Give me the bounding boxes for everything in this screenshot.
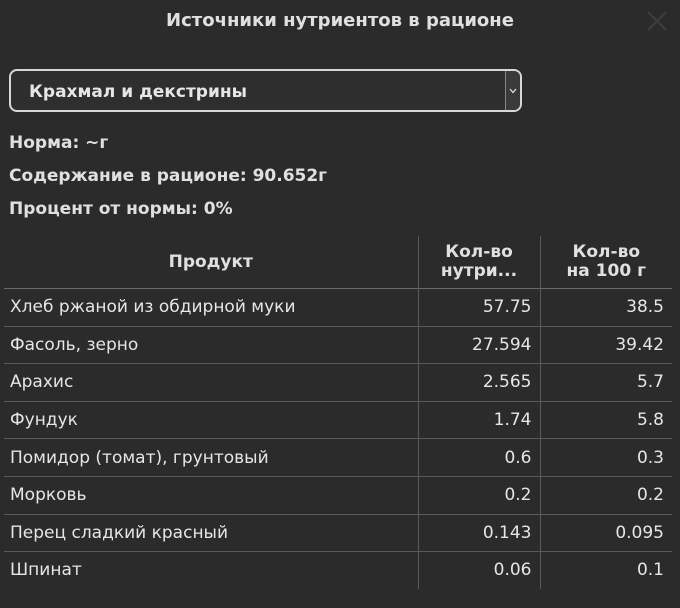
table-header-row: Продукт Кол-во нутри... Кол-во на 100 г: [4, 236, 672, 289]
column-header-product-label: Продукт: [168, 251, 253, 272]
table-row[interactable]: Морковь 0.2 0.2: [4, 475, 672, 515]
column-header-per100[interactable]: Кол-во на 100 г: [539, 236, 672, 289]
product-cell: Фундук: [4, 400, 418, 439]
table-row[interactable]: Помидор (томат), грунтовый 0.6 0.3: [4, 438, 672, 477]
table-row[interactable]: Перец сладкий красный 0.143 0.095: [4, 513, 672, 552]
nutrient-sources-table: Продукт Кол-во нутри... Кол-во на 100 г …: [4, 236, 672, 589]
per100-cell: 0.095: [539, 513, 672, 552]
product-cell: Арахис: [4, 363, 418, 402]
product-cell: Перец сладкий красный: [4, 513, 418, 552]
per100-cell: 5.7: [539, 363, 672, 402]
amount-cell: 27.594: [417, 325, 540, 364]
column-header-product[interactable]: Продукт: [4, 236, 418, 289]
nutrient-select[interactable]: Крахмал и декстрины: [9, 69, 522, 112]
column-header-per100-line2: на 100 г: [566, 261, 646, 281]
column-header-amount[interactable]: Кол-во нутри...: [417, 236, 540, 289]
column-header-amount-line1: Кол-во: [445, 242, 513, 262]
chevron-down-icon: [509, 88, 517, 93]
per100-cell: 0.3: [539, 438, 672, 477]
table-row[interactable]: Арахис 2.565 5.7: [4, 363, 672, 402]
select-arrow-button[interactable]: [505, 71, 520, 110]
product-cell: Шпинат: [4, 551, 418, 589]
per100-cell: 39.42: [539, 325, 672, 364]
column-header-amount-line2: нутри...: [440, 261, 518, 281]
product-cell: Фасоль, зерно: [4, 325, 418, 364]
per100-cell: 0.2: [539, 475, 672, 515]
table-row[interactable]: Хлеб ржаной из обдирной муки 57.75 38.5: [4, 288, 672, 327]
table-row[interactable]: Фундук 1.74 5.8: [4, 400, 672, 439]
norm-label: Норма: ~г: [9, 133, 109, 153]
table-row[interactable]: Шпинат 0.06 0.1: [4, 551, 672, 589]
product-cell: Помидор (томат), грунтовый: [4, 438, 418, 477]
amount-cell: 2.565: [417, 363, 540, 402]
amount-cell: 0.143: [417, 513, 540, 552]
close-icon: [647, 11, 667, 31]
product-cell: Хлеб ржаной из обдирной муки: [4, 288, 418, 327]
amount-cell: 0.2: [417, 475, 540, 515]
table-row[interactable]: Фасоль, зерно 27.594 39.42: [4, 325, 672, 364]
close-button[interactable]: [646, 10, 668, 32]
content-label: Содержание в рационе: 90.652г: [9, 166, 328, 186]
product-cell: Морковь: [4, 475, 418, 515]
amount-cell: 57.75: [417, 288, 540, 327]
column-header-per100-line1: Кол-во: [572, 242, 641, 262]
per100-cell: 5.8: [539, 400, 672, 439]
amount-cell: 0.06: [417, 551, 540, 589]
per100-cell: 38.5: [539, 288, 672, 327]
dialog-title: Источники нутриентов в рационе: [166, 10, 514, 31]
per100-cell: 0.1: [539, 551, 672, 589]
amount-cell: 0.6: [417, 438, 540, 477]
percent-label: Процент от нормы: 0%: [9, 199, 233, 219]
nutrient-select-value: Крахмал и декстрины: [29, 82, 247, 102]
amount-cell: 1.74: [417, 400, 540, 439]
